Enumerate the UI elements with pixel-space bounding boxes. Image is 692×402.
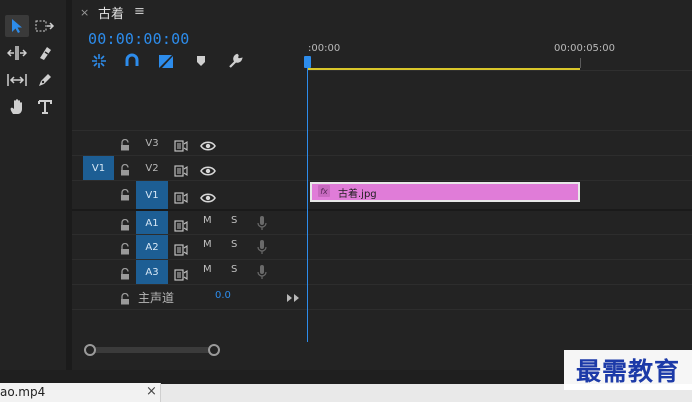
bottom-tab-label: ao.mp4: [0, 385, 46, 399]
track-target-a1[interactable]: A1: [136, 211, 168, 235]
linked-selection-icon[interactable]: [158, 53, 174, 69]
sync-lock-icon[interactable]: [174, 241, 188, 256]
solo-button[interactable]: S: [231, 264, 237, 275]
playhead-line[interactable]: [307, 58, 308, 342]
eye-icon[interactable]: [200, 137, 216, 151]
lock-icon[interactable]: [120, 216, 130, 231]
track-target-a3[interactable]: A3: [136, 260, 168, 284]
playhead-timecode[interactable]: 00:00:00:00: [88, 30, 190, 48]
type-icon[interactable]: [33, 96, 57, 118]
microphone-icon[interactable]: [257, 239, 267, 255]
horizontal-scrollbar[interactable]: [86, 347, 212, 353]
lock-icon[interactable]: [120, 161, 130, 176]
track-row-master: 主声道 0.0: [72, 284, 692, 309]
razor-icon[interactable]: [33, 42, 57, 64]
scroll-right-handle[interactable]: [208, 344, 220, 356]
lock-icon[interactable]: [120, 265, 130, 280]
track-target-v3[interactable]: V3: [136, 131, 168, 155]
mute-button[interactable]: M: [203, 239, 212, 250]
master-volume-value[interactable]: 0.0: [215, 290, 231, 301]
sync-lock-icon[interactable]: [174, 137, 188, 152]
track-row-a2: A2 M S: [72, 234, 692, 259]
microphone-icon[interactable]: [257, 215, 267, 231]
sync-lock-icon[interactable]: [174, 217, 188, 232]
track-target-v2[interactable]: V2: [136, 156, 168, 180]
lock-icon[interactable]: [120, 136, 130, 151]
timeline-clip[interactable]: fx 古着.jpg: [310, 182, 580, 202]
close-icon[interactable]: ×: [146, 384, 157, 399]
track-target-v1[interactable]: V1: [136, 181, 168, 210]
mute-button[interactable]: M: [203, 264, 212, 275]
tab-close-icon[interactable]: ×: [80, 6, 89, 19]
sync-lock-icon[interactable]: [174, 266, 188, 281]
sync-lock-icon[interactable]: [174, 162, 188, 177]
scroll-left-handle[interactable]: [84, 344, 96, 356]
ruler-baseline: [308, 70, 692, 71]
lock-icon[interactable]: [120, 240, 130, 255]
ripple-edit-icon[interactable]: [5, 42, 29, 64]
timeline-panel: × 古着 ≡ 00:00:00:00 :00:00 00:00:05:00 V3: [72, 0, 692, 370]
fx-badge-icon[interactable]: fx: [318, 185, 330, 197]
lock-icon[interactable]: [120, 186, 130, 201]
go-to-end-icon[interactable]: [286, 289, 300, 302]
premiere-window: × 古着 ≡ 00:00:00:00 :00:00 00:00:05:00 V3: [0, 0, 692, 402]
ruler-tick: [580, 58, 581, 68]
track-row-a1: A1 M S: [72, 209, 692, 235]
track-target-a2[interactable]: A2: [136, 235, 168, 259]
wrench-settings-icon[interactable]: [227, 53, 243, 69]
track-select-forward-icon[interactable]: [33, 15, 57, 37]
selection-tool-icon[interactable]: [5, 15, 29, 37]
eye-icon[interactable]: [200, 189, 216, 203]
mute-button[interactable]: M: [203, 215, 212, 226]
add-marker-icon[interactable]: [193, 53, 209, 69]
slip-icon[interactable]: [5, 69, 29, 91]
watermark-logo: 最需教育: [564, 350, 692, 390]
lock-icon[interactable]: [120, 290, 130, 305]
snap-icon[interactable]: [124, 53, 140, 69]
solo-button[interactable]: S: [231, 215, 237, 226]
bottom-file-tab[interactable]: ao.mp4 ×: [0, 383, 161, 402]
ruler-end-label: 00:00:05:00: [554, 43, 616, 54]
track-row-v3: V3: [72, 130, 692, 155]
watermark-text: 最需教育: [575, 357, 680, 386]
track-row-v2: V1 V2: [72, 155, 692, 180]
source-patch-v1[interactable]: V1: [83, 156, 114, 180]
tab-menu-icon[interactable]: ≡: [134, 4, 145, 19]
sequence-tab-title[interactable]: 古着: [98, 3, 124, 22]
eye-icon[interactable]: [200, 162, 216, 176]
solo-button[interactable]: S: [231, 239, 237, 250]
track-row-a3: A3 M S: [72, 259, 692, 284]
microphone-icon[interactable]: [257, 264, 267, 280]
tools-panel: [0, 0, 64, 370]
master-track-label: 主声道: [138, 291, 175, 305]
sync-lock-icon[interactable]: [174, 189, 188, 204]
pen-icon[interactable]: [33, 69, 57, 91]
track-bottom-border: [72, 309, 692, 310]
nest-sequence-icon[interactable]: [91, 53, 107, 69]
clip-name: 古着.jpg: [338, 189, 377, 200]
ruler-start-label: :00:00: [308, 43, 341, 54]
hand-icon[interactable]: [5, 96, 29, 118]
